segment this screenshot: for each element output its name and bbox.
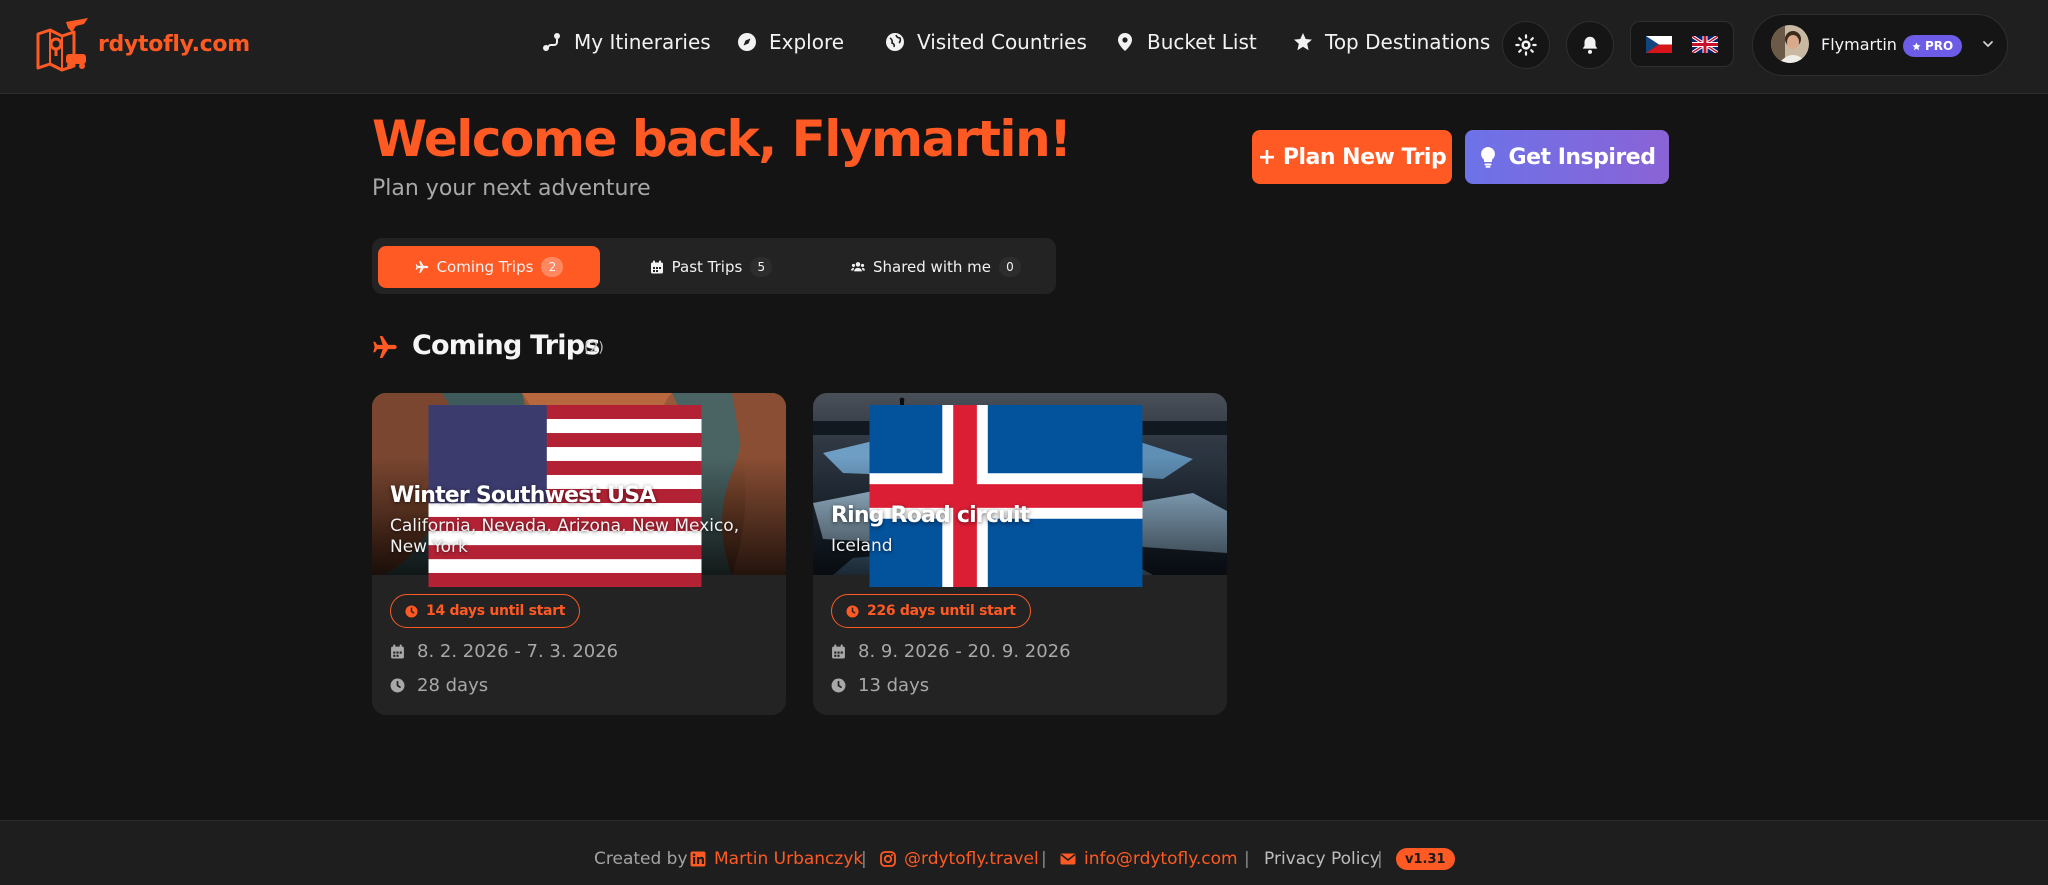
- avatar: [1771, 25, 1809, 63]
- trip-dates-label: 8. 9. 2026 - 20. 9. 2026: [858, 641, 1071, 662]
- days-until-label: 226 days until start: [867, 603, 1016, 619]
- linkedin-icon: [690, 851, 706, 867]
- chevron-down-icon: [1983, 41, 1993, 48]
- email-address: info@rdytofly.com: [1084, 849, 1238, 869]
- nav-label: Explore: [769, 30, 845, 54]
- nav-label: Visited Countries: [917, 30, 1087, 54]
- footer-email-link[interactable]: info@rdytofly.com: [1060, 849, 1238, 869]
- tab-count: 0: [999, 257, 1021, 277]
- section-title: Coming Trips: [412, 330, 600, 361]
- get-inspired-button[interactable]: Get Inspired: [1465, 130, 1669, 184]
- trip-duration-label: 13 days: [858, 675, 930, 696]
- trip-card[interactable]: Winter Southwest USA California, Nevada,…: [372, 393, 786, 715]
- footer-instagram-link[interactable]: @rdytofly.travel: [880, 849, 1039, 869]
- tab-past-trips[interactable]: Past Trips 5: [600, 246, 822, 288]
- route-icon: [543, 33, 560, 51]
- footer-separator: |: [861, 849, 867, 869]
- trip-card[interactable]: Ring Road circuit Iceland 226 days until…: [813, 393, 1227, 715]
- language-switcher: [1630, 21, 1734, 67]
- days-until-badge: 226 days until start: [831, 594, 1031, 628]
- trip-dates: 8. 9. 2026 - 20. 9. 2026: [831, 641, 1071, 662]
- trip-destinations: Iceland: [831, 536, 893, 556]
- bell-icon: [1582, 36, 1598, 54]
- days-until-label: 14 days until start: [426, 603, 566, 619]
- sun-icon: [1515, 34, 1537, 56]
- get-inspired-label: Get Inspired: [1508, 144, 1656, 170]
- footer-author-link[interactable]: Martin Urbanczyk: [690, 849, 863, 869]
- czech-flag-icon[interactable]: [1646, 35, 1672, 53]
- trip-title: Winter Southwest USA: [390, 483, 656, 508]
- section-count: (2): [584, 340, 604, 356]
- iceland-flag-icon: [869, 405, 1143, 587]
- tab-count: 5: [750, 257, 773, 277]
- plane-icon: [415, 261, 428, 273]
- envelope-icon: [1060, 853, 1076, 865]
- star-icon: [1912, 41, 1921, 50]
- nav-bucket-list[interactable]: Bucket List: [1115, 30, 1257, 54]
- author-name: Martin Urbanczyk: [714, 849, 864, 869]
- tab-label: Shared with me: [872, 258, 991, 276]
- compass-icon: [738, 33, 756, 51]
- trip-duration: 13 days: [831, 675, 929, 696]
- pro-badge-label: PRO: [1925, 39, 1954, 53]
- plane-icon: [373, 335, 397, 359]
- tab-label: Coming Trips: [436, 258, 534, 276]
- map-pin-icon: [1118, 33, 1132, 51]
- logo[interactable]: rdytofly.com: [32, 16, 250, 72]
- trip-duration: 28 days: [390, 675, 488, 696]
- nav-visited-countries[interactable]: Visited Countries: [885, 30, 1087, 54]
- theme-toggle-button[interactable]: [1502, 21, 1550, 69]
- calendar-icon: [391, 644, 404, 659]
- trip-dates: 8. 2. 2026 - 7. 3. 2026: [390, 641, 618, 662]
- pro-badge: PRO: [1903, 35, 1963, 57]
- user-menu[interactable]: Flymartin PRO: [1752, 14, 2008, 76]
- page-title: Welcome back, Flymartin!: [372, 110, 1072, 168]
- nav-explore[interactable]: Explore: [737, 30, 844, 54]
- nav-top-destinations[interactable]: Top Destinations: [1293, 30, 1490, 54]
- trip-title: Ring Road circuit: [831, 503, 1030, 528]
- nav-my-itineraries[interactable]: My Itineraries: [542, 30, 711, 54]
- star-icon: [1294, 33, 1312, 51]
- tab-count: 2: [541, 257, 564, 277]
- nav-label: My Itineraries: [574, 30, 711, 54]
- calendar-icon: [650, 260, 663, 274]
- plan-new-trip-button[interactable]: + Plan New Trip: [1252, 130, 1452, 184]
- trip-tabs: Coming Trips 2 Past Trips 5 Shared with …: [372, 238, 1056, 294]
- notifications-button[interactable]: [1566, 21, 1614, 69]
- logo-icon: [36, 18, 88, 72]
- tab-shared-with-me[interactable]: Shared with me 0: [822, 246, 1050, 288]
- clock-icon: [846, 604, 859, 618]
- nav-label: Bucket List: [1147, 30, 1257, 54]
- trip-duration-label: 28 days: [417, 675, 489, 696]
- logo-text: rdytofly.com: [98, 31, 250, 57]
- privacy-policy-link[interactable]: Privacy Policy: [1264, 849, 1380, 869]
- user-name: Flymartin: [1821, 35, 1897, 54]
- footer-separator: |: [1377, 849, 1383, 869]
- trip-destinations: California, Nevada, Arizona, New Mexico,…: [390, 516, 740, 557]
- uk-flag-icon[interactable]: [1692, 35, 1718, 53]
- footer-created-by: Created by: [594, 849, 688, 869]
- instagram-handle: @rdytofly.travel: [904, 849, 1039, 869]
- top-header: rdytofly.com My Itineraries Explore Visi…: [0, 0, 2048, 94]
- clock-icon: [390, 678, 405, 693]
- calendar-icon: [832, 644, 845, 659]
- page-subtitle: Plan your next adventure: [372, 176, 651, 201]
- version-badge: v1.31: [1396, 848, 1455, 870]
- tab-coming-trips[interactable]: Coming Trips 2: [378, 246, 600, 288]
- trip-dates-label: 8. 2. 2026 - 7. 3. 2026: [417, 641, 619, 662]
- globe-icon: [886, 33, 904, 51]
- days-until-badge: 14 days until start: [390, 594, 581, 628]
- nav-label: Top Destinations: [1325, 30, 1491, 54]
- lightbulb-icon: [1480, 147, 1495, 168]
- footer-separator: |: [1041, 849, 1047, 869]
- tab-label: Past Trips: [671, 258, 743, 276]
- instagram-icon: [880, 851, 896, 867]
- clock-icon: [831, 678, 846, 693]
- users-icon: [850, 262, 865, 272]
- clock-icon: [405, 604, 418, 618]
- footer-separator: |: [1244, 849, 1250, 869]
